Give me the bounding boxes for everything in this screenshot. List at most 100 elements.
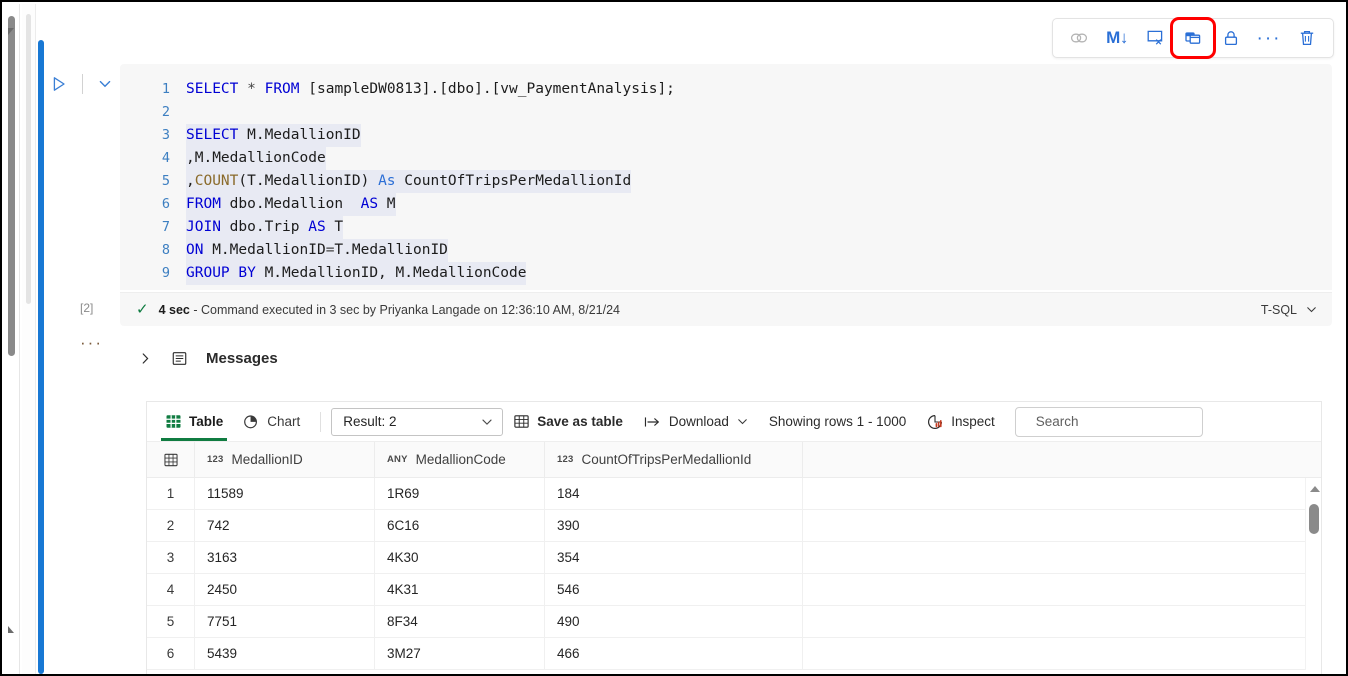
clear-output-icon[interactable] [1137,22,1173,54]
save-as-table-button[interactable]: Save as table [503,407,633,437]
collapse-chevron-down-icon[interactable] [93,72,117,96]
grid-column-header[interactable]: 123 CountOfTripsPerMedallionId [545,442,803,477]
column-label: CountOfTripsPerMedallionId [581,452,751,467]
page-scrollbar-thumb[interactable] [8,16,15,356]
cell-medallion-id: 3163 [195,542,375,573]
scroll-caret-top-icon [8,28,14,35]
scroll-up-arrow-icon[interactable] [1310,486,1320,492]
result-set-value: Result: 2 [343,414,480,429]
tab-chart[interactable]: Chart [233,403,310,441]
cell-medallion-code: 1R69 [375,478,545,509]
cell-more-icon[interactable]: ··· [80,334,103,351]
download-label: Download [669,414,729,429]
table-row[interactable]: 3 3163 4K30 354 [147,542,1321,574]
cell-status-bar: ✓ 4 sec - Command executed in 3 sec by P… [120,292,1332,326]
save-table-icon [513,413,530,430]
cell-medallion-code: 3M27 [375,638,545,669]
line-text: SELECT * FROM [sampleDW0813].[dbo].[vw_P… [186,78,675,101]
link-chain-icon[interactable] [1061,22,1097,54]
download-button[interactable]: Download [633,407,759,437]
cell-empty [803,574,1321,605]
cell-medallion-code: 4K30 [375,542,545,573]
results-search-box[interactable] [1015,407,1203,437]
grid-column-header[interactable]: 123 MedallionID [195,442,375,477]
cell-empty [803,606,1321,637]
grid-scrollbar-thumb[interactable] [1309,504,1319,534]
cell-medallion-code: 4K31 [375,574,545,605]
table-row[interactable]: 1 11589 1R69 184 [147,478,1321,510]
notebook-scrollbar-thumb[interactable] [26,14,31,304]
row-index: 1 [147,478,195,509]
messages-icon [171,350,188,367]
line-number: 4 [120,147,186,170]
status-detail: - Command executed in 3 sec by Priyanka … [190,303,620,317]
code-line: 2 [120,101,1332,124]
language-selector[interactable]: T-SQL [1261,303,1318,317]
inspect-icon [926,413,944,431]
cell-count-of-trips: 354 [545,542,803,573]
sql-code-editor[interactable]: 1 SELECT * FROM [sampleDW0813].[dbo].[vw… [120,64,1332,290]
results-toolbar: Table Chart Result: 2 [147,402,1321,442]
lock-icon[interactable] [1213,22,1249,54]
cell-medallion-id: 5439 [195,638,375,669]
page-scrollbar[interactable] [4,4,20,676]
result-set-select[interactable]: Result: 2 [331,408,503,436]
code-line: 6 FROM dbo.Medallion AS M [120,193,1332,216]
grid-vertical-scrollbar[interactable] [1305,478,1321,670]
grid-select-all-cell[interactable] [147,442,195,477]
code-line: 8 ON M.MedallionID=T.MedallionID [120,239,1332,262]
code-line: 1 SELECT * FROM [sampleDW0813].[dbo].[vw… [120,78,1332,101]
cell-medallion-id: 7751 [195,606,375,637]
code-line: 4 ,M.MedallionCode [120,147,1332,170]
inspect-button[interactable]: Inspect [916,407,1005,437]
tab-table[interactable]: Table [155,403,233,441]
cell-medallion-code: 6C16 [375,510,545,541]
row-index: 5 [147,606,195,637]
language-label: T-SQL [1261,303,1297,317]
inspect-label: Inspect [951,414,995,429]
cell-count-of-trips: 466 [545,638,803,669]
status-duration: 4 sec [159,303,190,317]
line-text: JOIN dbo.Trip AS T [186,216,343,239]
markdown-icon[interactable]: M↓ [1099,22,1135,54]
cell-count-of-trips: 184 [545,478,803,509]
grid-column-header[interactable]: ANY MedallionCode [375,442,545,477]
line-text: ,COUNT(T.MedallionID) As CountOfTripsPer… [186,170,631,193]
line-number: 7 [120,216,186,239]
cell-empty [803,638,1321,669]
code-line: 5 ,COUNT(T.MedallionID) As CountOfTripsP… [120,170,1332,193]
row-index: 2 [147,510,195,541]
messages-section-toggle[interactable]: Messages [138,350,278,367]
table-row[interactable]: 2 742 6C16 390 [147,510,1321,542]
notebook-scrollbar[interactable] [22,4,36,676]
scroll-caret-bottom-icon [8,626,14,633]
showing-rows-label: Showing rows 1 - 1000 [759,414,916,429]
column-type-badge: ANY [387,454,408,465]
grid-empty-header [803,442,1321,477]
line-text: ON M.MedallionID=T.MedallionID [186,239,448,262]
duplicate-icon[interactable] [1175,22,1211,54]
table-row[interactable]: 6 5439 3M27 466 [147,638,1321,670]
code-lines: 1 SELECT * FROM [sampleDW0813].[dbo].[vw… [120,64,1332,285]
cell-empty [803,478,1321,509]
column-label: MedallionID [231,452,302,467]
line-number: 9 [120,262,186,285]
search-input[interactable] [1034,413,1215,430]
row-index: 3 [147,542,195,573]
grid-corner-icon [163,452,179,468]
cell-empty [803,510,1321,541]
execution-count: [2] [80,301,93,315]
code-line: 7 JOIN dbo.Trip AS T [120,216,1332,239]
line-number: 3 [120,124,186,147]
run-cell-button[interactable] [46,71,72,97]
table-icon [165,413,182,430]
code-line: 3 SELECT M.MedallionID [120,124,1332,147]
cell-medallion-code: 8F34 [375,606,545,637]
results-grid: 123 MedallionID ANY MedallionCode 123 Co… [147,442,1321,670]
table-row[interactable]: 4 2450 4K31 546 [147,574,1321,606]
notebook-cell-screenshot: M↓ ··· [0,0,1348,676]
line-text: GROUP BY M.MedallionID, M.MedallionCode [186,262,526,285]
delete-icon[interactable] [1289,22,1325,54]
more-icon[interactable]: ··· [1251,22,1287,54]
table-row[interactable]: 5 7751 8F34 490 [147,606,1321,638]
